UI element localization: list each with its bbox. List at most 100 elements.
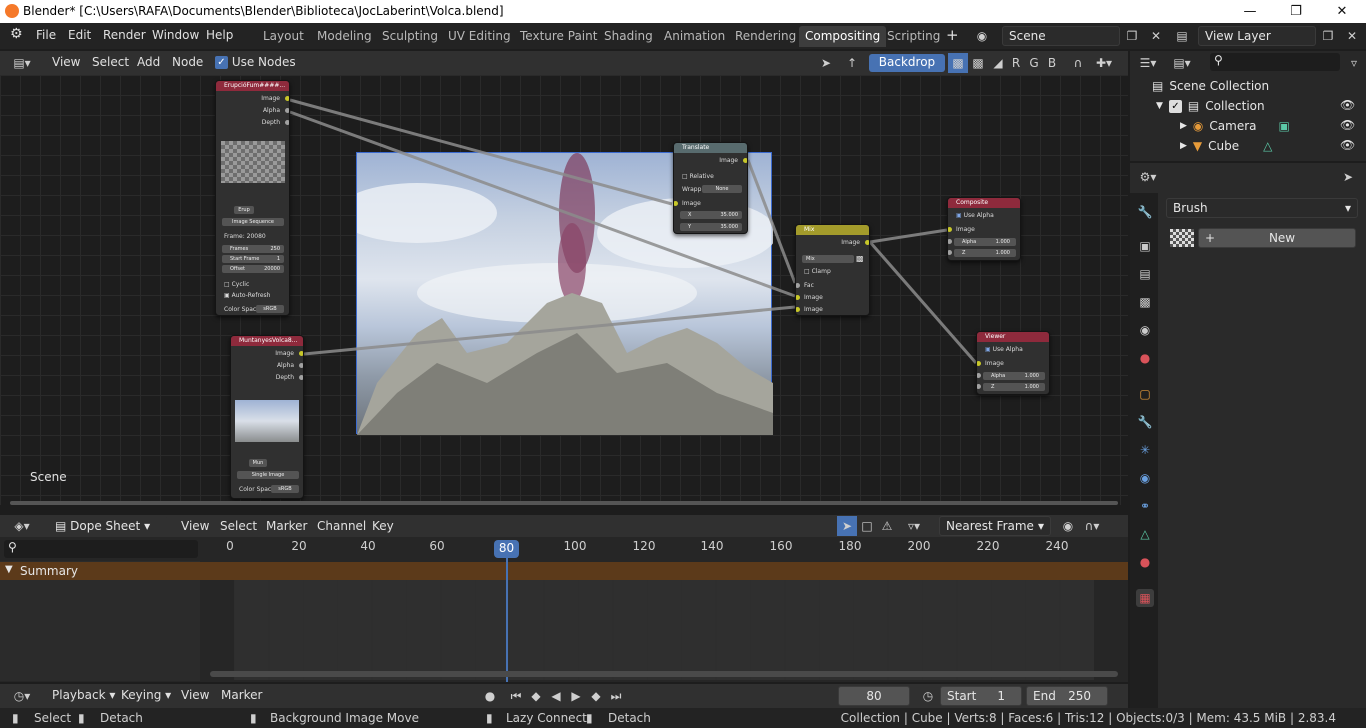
- offset-field[interactable]: Offset 20000: [222, 265, 284, 273]
- colorspace-dropdown[interactable]: sRGB: [256, 305, 284, 313]
- texture-preview-icon[interactable]: [1170, 229, 1194, 247]
- falloff-icon[interactable]: ∩▾: [1082, 516, 1102, 536]
- playback-menu[interactable]: Playback ▾: [52, 688, 115, 702]
- input-image1-socket[interactable]: [796, 295, 800, 300]
- input-z-socket[interactable]: [948, 250, 952, 255]
- dopesheet-mode-dropdown[interactable]: ▤ Dope Sheet ▾: [48, 516, 168, 536]
- z-field[interactable]: Z 1.000: [983, 383, 1045, 391]
- composite-node[interactable]: Composite ▣ Use Alpha Image Alpha 1.000 Z…: [947, 197, 1021, 261]
- constraints-tab-icon[interactable]: ⚭: [1136, 497, 1154, 515]
- pin-icon[interactable]: ➤: [1338, 167, 1358, 187]
- play-reverse-icon[interactable]: ◀: [546, 686, 566, 706]
- data-tab-icon[interactable]: △: [1136, 525, 1154, 543]
- tab-sculpting[interactable]: Sculpting: [376, 26, 444, 47]
- dopesheet-menu-select[interactable]: Select: [220, 519, 257, 533]
- backdrop-rgb-alpha-icon[interactable]: ▩: [948, 53, 968, 73]
- outliner-scene-collection[interactable]: ▤ Scene Collection: [1152, 79, 1269, 93]
- input-image2-socket[interactable]: [796, 307, 800, 312]
- alpha-field[interactable]: Alpha 1.000: [983, 372, 1045, 380]
- jump-end-icon[interactable]: ⏭: [606, 686, 626, 706]
- menu-file[interactable]: File: [36, 28, 56, 42]
- output-alpha-socket[interactable]: [299, 363, 303, 368]
- y-field[interactable]: Y 35.000: [680, 223, 742, 231]
- viewer-node[interactable]: Viewer ▣ Use Alpha Image Alpha 1.000 Z 1.0…: [976, 331, 1050, 395]
- start-frame-field[interactable]: Start 1: [940, 686, 1022, 706]
- tab-scripting[interactable]: Scripting: [881, 26, 946, 47]
- expand-arrow-icon[interactable]: ▼: [1156, 101, 1163, 111]
- output-image-socket[interactable]: [299, 351, 303, 356]
- cyclic-checkbox[interactable]: □ Cyclic: [224, 281, 249, 288]
- render-tab-icon[interactable]: ▣: [1136, 237, 1154, 255]
- mix-node[interactable]: Mix Image Mix ▩ □ Clamp Fac Image Image: [795, 224, 870, 316]
- modifier-tab-icon[interactable]: 🔧: [1136, 413, 1154, 431]
- tab-uv-editing[interactable]: UV Editing: [442, 26, 517, 47]
- clamp-checkbox[interactable]: □ Clamp: [804, 268, 831, 275]
- keyframe-grid[interactable]: [234, 580, 1094, 680]
- backdrop-rgb-icon[interactable]: ▩: [968, 53, 988, 73]
- image-datablock-field[interactable]: Mun: [249, 459, 267, 467]
- alpha-field[interactable]: Alpha 1.000: [954, 238, 1016, 246]
- use-alpha-icon[interactable]: ▩: [856, 254, 864, 263]
- output-depth-socket[interactable]: [285, 120, 289, 125]
- expand-arrow-icon[interactable]: ▶: [1180, 141, 1187, 151]
- tab-compositing[interactable]: Compositing: [799, 26, 887, 47]
- close-icon[interactable]: ✕: [1319, 0, 1365, 23]
- tab-animation[interactable]: Animation: [658, 26, 731, 47]
- auto-refresh-checkbox[interactable]: ▣ Auto-Refresh: [224, 292, 270, 299]
- relative-checkbox[interactable]: □ Relative: [682, 173, 714, 180]
- tab-rendering[interactable]: Rendering: [729, 26, 802, 47]
- source-dropdown[interactable]: Image Sequence: [222, 218, 284, 226]
- new-texture-button[interactable]: + New: [1198, 228, 1356, 248]
- proportional-icon[interactable]: ◉: [1058, 516, 1078, 536]
- source-dropdown[interactable]: Single Image: [237, 471, 299, 479]
- outliner-search-input[interactable]: ⚲: [1210, 53, 1340, 71]
- minimize-icon[interactable]: —: [1227, 0, 1273, 23]
- outliner-collection[interactable]: ▼ ✓ ▤ Collection: [1156, 99, 1265, 113]
- particles-tab-icon[interactable]: ✳: [1136, 441, 1154, 459]
- scene-icon[interactable]: ◉: [972, 26, 992, 46]
- output-tab-icon[interactable]: ▤: [1136, 265, 1154, 283]
- material-tab-icon[interactable]: ●: [1136, 553, 1154, 571]
- texture-tab-icon[interactable]: ▦: [1136, 589, 1154, 607]
- eye-icon[interactable]: 👁: [1340, 98, 1355, 112]
- input-alpha-socket[interactable]: [977, 373, 981, 378]
- backdrop-red-icon[interactable]: R: [1006, 53, 1026, 73]
- view-layer-tab-icon[interactable]: ▩: [1136, 293, 1154, 311]
- outliner-item-camera[interactable]: ▶ ◉ Camera ▣: [1180, 119, 1290, 133]
- summary-row[interactable]: ▼ Summary: [0, 562, 1128, 580]
- tab-shading[interactable]: Shading: [598, 26, 659, 47]
- errors-icon[interactable]: ⚠: [877, 516, 897, 536]
- use-nodes-toggle[interactable]: ✓ Use Nodes: [215, 55, 296, 69]
- menu-edit[interactable]: Edit: [68, 28, 91, 42]
- expand-arrow-icon[interactable]: ▶: [1180, 121, 1187, 131]
- input-alpha-socket[interactable]: [948, 239, 952, 244]
- node-menu-select[interactable]: Select: [92, 55, 129, 69]
- snap-mode-dropdown[interactable]: Nearest Frame ▾: [939, 516, 1051, 536]
- eye-icon[interactable]: 👁: [1340, 138, 1355, 152]
- dopesheet-menu-channel[interactable]: Channel: [317, 519, 366, 533]
- end-frame-field[interactable]: End 250: [1026, 686, 1108, 706]
- image-node-muntanyes[interactable]: MuntanyesVolca8... Image Alpha Depth Mun…: [230, 335, 304, 499]
- playhead-line[interactable]: [506, 558, 508, 682]
- pin-icon[interactable]: ➤: [816, 53, 836, 73]
- input-fac-socket[interactable]: [796, 283, 800, 288]
- use-alpha-checkbox[interactable]: ▣ Use Alpha: [985, 346, 1023, 353]
- channel-search-input[interactable]: ⚲: [4, 540, 198, 558]
- horizontal-scrollbar[interactable]: [10, 501, 1118, 505]
- image-datablock-field[interactable]: Erup: [234, 206, 254, 214]
- delete-scene-icon[interactable]: ✕: [1146, 26, 1166, 46]
- dopesheet-menu-marker[interactable]: Marker: [266, 519, 307, 533]
- backdrop-button[interactable]: Backdrop: [869, 54, 945, 72]
- frames-field[interactable]: Frames 250: [222, 245, 284, 253]
- editor-type-icon[interactable]: ▤▾: [12, 53, 32, 73]
- snap-target-icon[interactable]: ✚▾: [1094, 53, 1114, 73]
- output-depth-socket[interactable]: [299, 375, 303, 380]
- colorspace-dropdown[interactable]: sRGB: [271, 485, 299, 493]
- node-menu-add[interactable]: Add: [137, 55, 160, 69]
- add-workspace-icon[interactable]: +: [946, 26, 959, 44]
- dopesheet-menu-view[interactable]: View: [181, 519, 209, 533]
- properties-editor-icon[interactable]: ⚙▾: [1138, 167, 1158, 187]
- timeline-menu-marker[interactable]: Marker: [221, 688, 262, 702]
- next-keyframe-icon[interactable]: ◆: [586, 686, 606, 706]
- blend-mode-dropdown[interactable]: Mix: [802, 255, 854, 263]
